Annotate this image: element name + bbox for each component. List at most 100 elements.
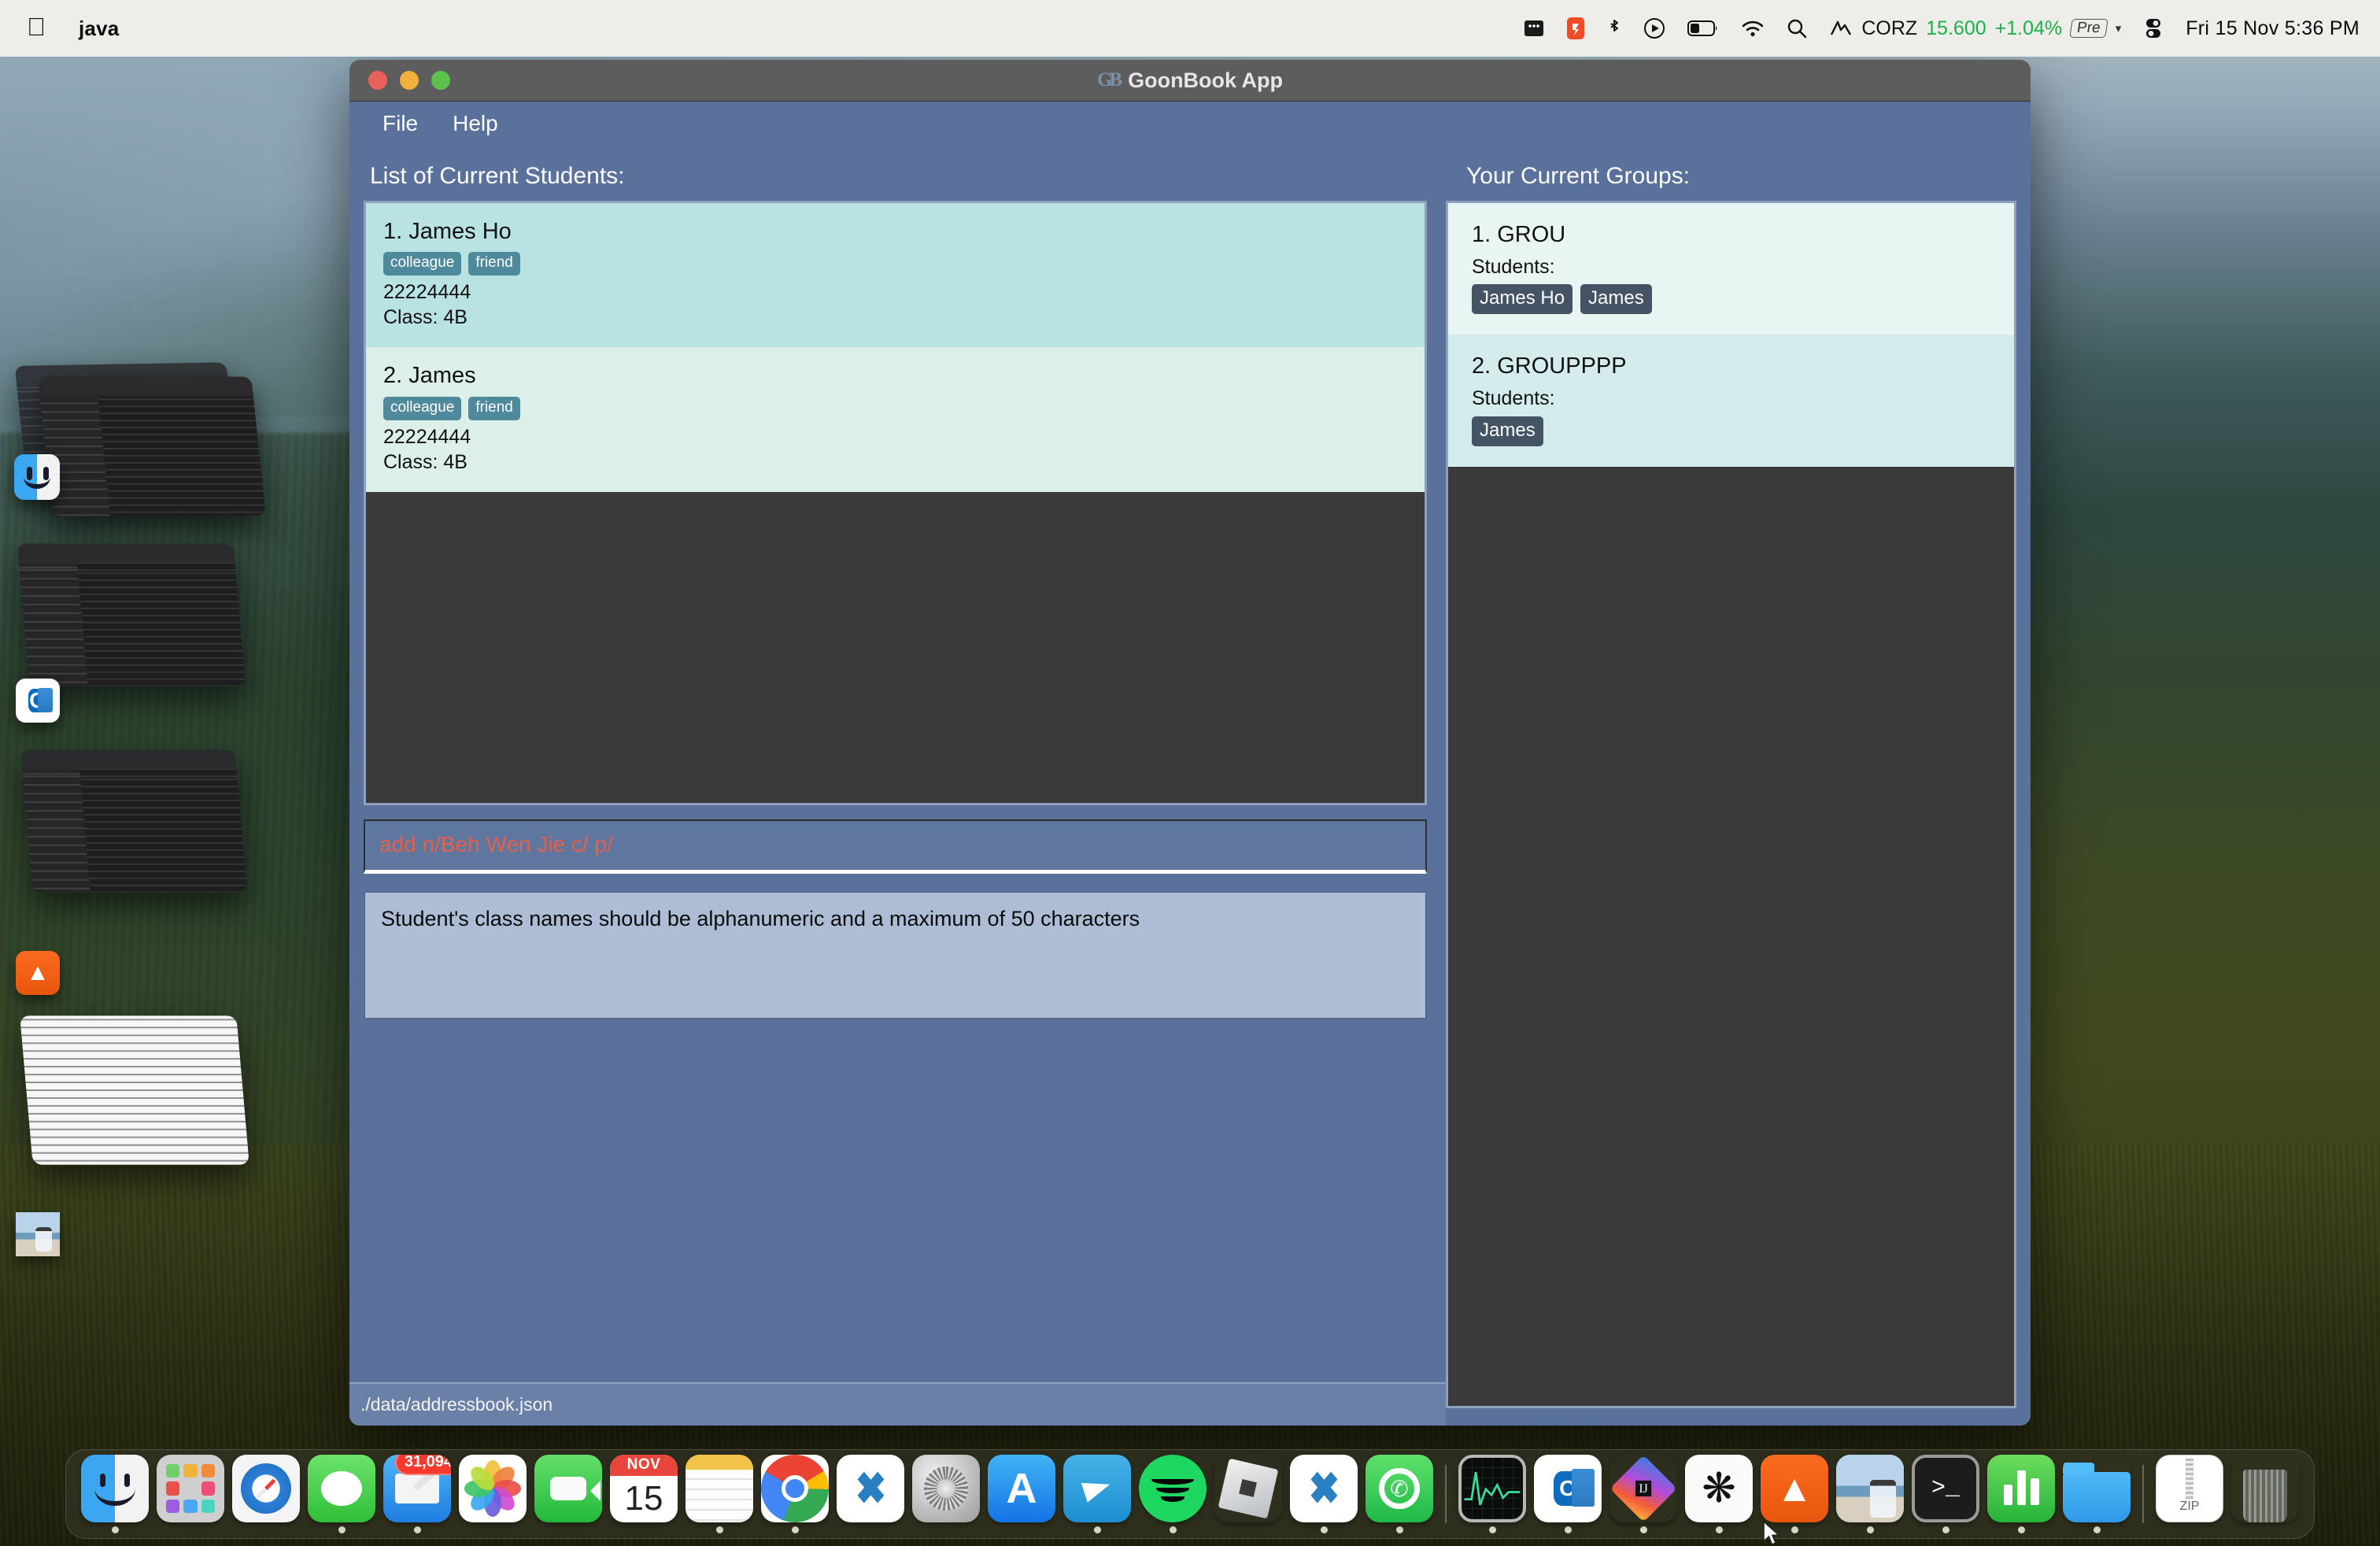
reaper-icon[interactable]: ▲ (1761, 1455, 1828, 1522)
student-card[interactable]: 2. James colleague friend 22224444 Class… (366, 347, 1425, 491)
macos-dock[interactable]: 31,094 NOV 15 (65, 1449, 2315, 1539)
roblox-icon[interactable] (1214, 1455, 1282, 1522)
ticker-price: 15.600 (1926, 17, 1986, 40)
numbers-icon[interactable] (1987, 1455, 2055, 1522)
preview-icon[interactable] (1836, 1455, 1904, 1522)
student-phone: 22224444 (383, 279, 1425, 305)
spotlight-search-icon[interactable] (1787, 18, 1807, 39)
group-member-badge: James Ho (1472, 284, 1572, 314)
command-input[interactable]: add n/Beh Wen Jie c/ p/ (379, 832, 613, 856)
dock-item-chrome[interactable] (757, 1450, 833, 1538)
vscode-insiders-icon[interactable]: ✖ (1290, 1455, 1358, 1522)
dock-item-telegram[interactable] (1059, 1450, 1135, 1538)
calendar-icon[interactable]: NOV 15 (610, 1455, 678, 1522)
stock-ticker[interactable]: CORZ 15.600 +1.04% Pre ▾ (1829, 17, 2121, 40)
dock-item-safari[interactable] (228, 1450, 304, 1538)
dock-item-roblox[interactable] (1210, 1450, 1286, 1538)
dock-item-outlook[interactable]: O (1530, 1450, 1606, 1538)
dock-item-preview[interactable] (1832, 1450, 1908, 1538)
dock-item-terminal[interactable]: >_ (1908, 1450, 1983, 1538)
safari-icon[interactable] (232, 1455, 300, 1522)
app-store-icon[interactable]: A (988, 1455, 1055, 1522)
dock-item-intellij[interactable]: IJ (1606, 1450, 1681, 1538)
dock-item-notes[interactable] (682, 1450, 757, 1538)
calendar-day: 15 (610, 1476, 678, 1522)
folder-icon[interactable] (2063, 1455, 2131, 1522)
result-display-box: Student's class names should be alphanum… (364, 891, 1427, 1019)
battery-icon[interactable] (1687, 20, 1719, 37)
dock-item-numbers[interactable] (1983, 1450, 2059, 1538)
bluetooth-icon[interactable] (1607, 17, 1621, 39)
window-title-bar[interactable]: GB GoonBook App (349, 60, 2031, 102)
window-body: List of Current Students: 1. James Ho co… (349, 146, 2031, 1426)
play-circle-icon[interactable] (1643, 17, 1665, 39)
dock-item-calendar[interactable]: NOV 15 (606, 1450, 682, 1538)
finder-icon[interactable] (81, 1455, 149, 1522)
groups-column: Your Current Groups: 1. GROU Students: J… (1446, 146, 2031, 1426)
dock-item-chatgpt[interactable]: ❋ (1681, 1450, 1757, 1538)
dock-item-zip-file[interactable]: ZIP (2152, 1450, 2227, 1538)
dock-item-facetime[interactable] (530, 1450, 606, 1538)
menu-file[interactable]: File (371, 109, 429, 139)
apple-logo-icon[interactable]:  (27, 14, 46, 39)
system-settings-icon[interactable] (912, 1455, 980, 1522)
vscode-icon[interactable]: ✖ (837, 1455, 904, 1522)
dock-item-spotify[interactable] (1135, 1450, 1210, 1538)
dock-item-photos[interactable] (455, 1450, 530, 1538)
dock-item-whatsapp[interactable]: ✆ (1362, 1450, 1437, 1538)
reaper-icon-desktop: ▲ (16, 951, 60, 995)
result-message: Student's class names should be alphanum… (381, 907, 1425, 931)
save-location-path: ./data/addressbook.json (360, 1394, 552, 1415)
group-card[interactable]: 1. GROU Students: James Ho James (1448, 203, 2014, 335)
dock-item-vscode-insiders[interactable]: ✖ (1286, 1450, 1362, 1538)
menu-help[interactable]: Help (442, 109, 509, 139)
control-center-icon[interactable] (2143, 17, 2164, 39)
active-app-name[interactable]: java (79, 17, 119, 41)
dock-item-messages[interactable] (304, 1450, 379, 1538)
flashcard-icon[interactable] (1524, 20, 1544, 37)
dock-item-system-settings[interactable] (908, 1450, 984, 1538)
student-list[interactable]: 1. James Ho colleague friend 22224444 Cl… (364, 201, 1427, 805)
menu-bar-clock[interactable]: Fri 15 Nov 5:36 PM (2186, 17, 2360, 40)
telegram-icon[interactable] (1063, 1455, 1131, 1522)
dock-item-folder[interactable] (2059, 1450, 2134, 1538)
photos-icon[interactable] (459, 1455, 527, 1522)
app-menu-bar[interactable]: File Help (349, 102, 2031, 146)
chrome-icon[interactable] (761, 1455, 829, 1522)
groups-panel-heading: Your Current Groups: (1446, 146, 2016, 201)
command-input-box[interactable]: add n/Beh Wen Jie c/ p/ (364, 819, 1427, 874)
dock-item-mail[interactable]: 31,094 (379, 1450, 455, 1538)
notes-icon[interactable] (686, 1455, 753, 1522)
intellij-icon[interactable]: IJ (1609, 1455, 1677, 1522)
dock-item-finder[interactable] (77, 1450, 153, 1538)
chevron-down-icon[interactable]: ▾ (2116, 21, 2122, 35)
status-bar: ./data/addressbook.json (349, 1382, 1446, 1426)
messages-icon[interactable] (308, 1455, 375, 1522)
terminal-icon[interactable]: >_ (1912, 1455, 1979, 1522)
facetime-icon[interactable] (534, 1455, 602, 1522)
zip-file-icon[interactable]: ZIP (2156, 1455, 2223, 1522)
readdle-icon[interactable] (1566, 17, 1585, 40)
activity-monitor-icon[interactable] (1458, 1455, 1526, 1522)
group-list[interactable]: 1. GROU Students: James Ho James 2. GROU… (1446, 201, 2016, 1408)
background-window-thumbnail-trading (20, 749, 248, 892)
background-window-thumbnail-finder (38, 376, 266, 516)
group-card[interactable]: 2. GROUPPPP Students: James (1448, 335, 2014, 466)
outlook-icon[interactable]: O (1534, 1455, 1602, 1522)
wifi-icon[interactable] (1741, 19, 1765, 38)
trash-icon[interactable] (2231, 1455, 2299, 1522)
students-column: List of Current Students: 1. James Ho co… (349, 146, 1446, 1426)
student-card[interactable]: 1. James Ho colleague friend 22224444 Cl… (366, 203, 1425, 347)
chatgpt-icon[interactable]: ❋ (1685, 1455, 1753, 1522)
whatsapp-icon[interactable]: ✆ (1366, 1455, 1433, 1522)
outlook-icon-desktop: O (16, 679, 60, 723)
dock-item-app-store[interactable]: A (984, 1450, 1059, 1538)
dock-item-trash[interactable] (2227, 1450, 2303, 1538)
dock-item-vscode[interactable]: ✖ (833, 1450, 908, 1538)
dock-item-launchpad[interactable] (153, 1450, 228, 1538)
goonbook-app-window[interactable]: GB GoonBook App File Help List of Curren… (349, 60, 2031, 1426)
launchpad-icon[interactable] (157, 1455, 224, 1522)
spotify-icon[interactable] (1139, 1455, 1207, 1522)
dock-item-activity-monitor[interactable] (1454, 1450, 1530, 1538)
mail-icon[interactable]: 31,094 (383, 1455, 451, 1522)
